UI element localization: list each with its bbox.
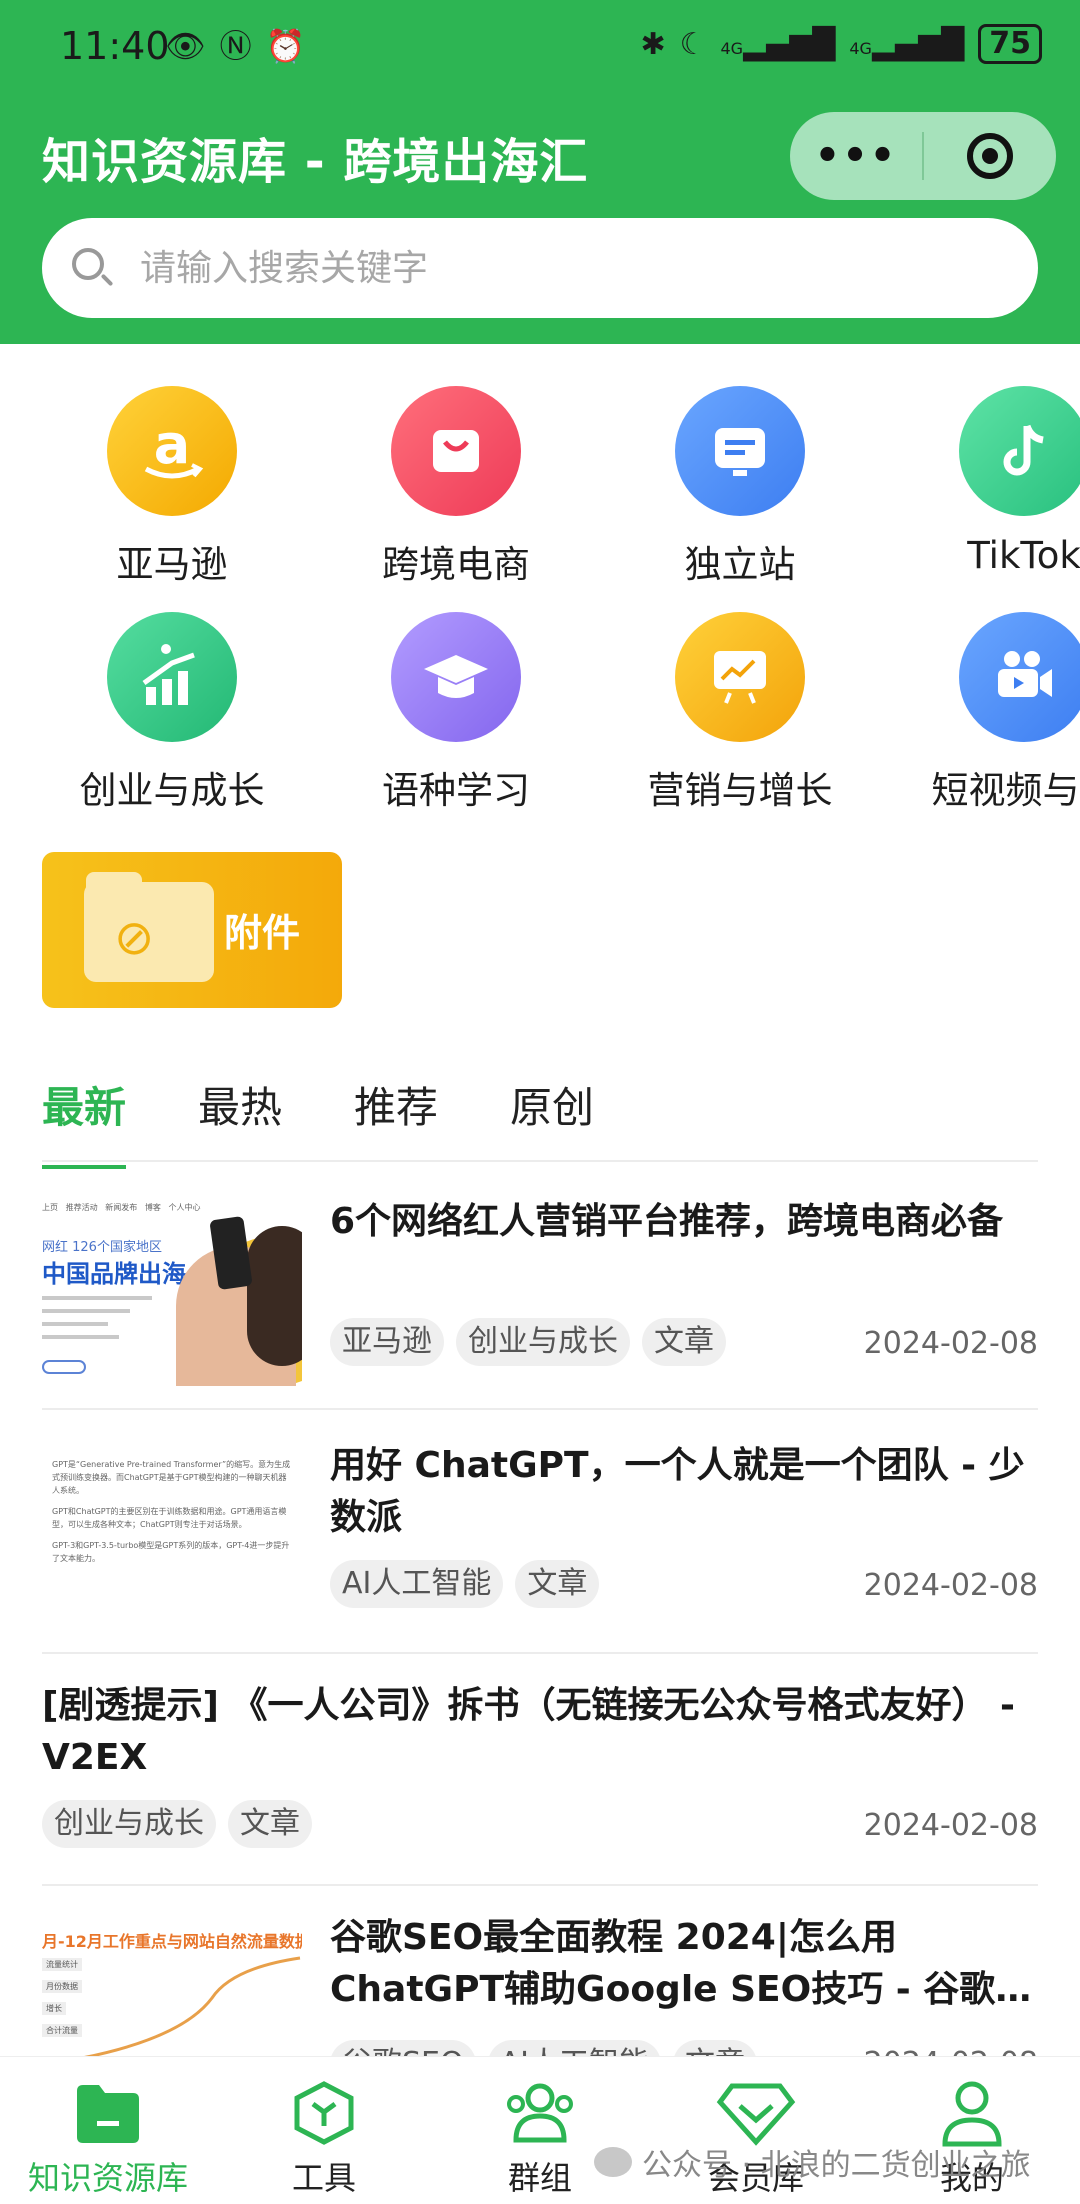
category-startup[interactable]: 创业与成长 — [52, 612, 292, 814]
category-short-video[interactable]: 短视频与直 — [904, 612, 1080, 814]
category-language[interactable]: 语种学习 — [336, 612, 576, 814]
article-tags: 亚马逊 创业与成长 文章 — [330, 1318, 726, 1366]
video-camera-icon — [959, 612, 1080, 742]
category-label: 营销与增长 — [647, 769, 833, 812]
tag[interactable]: 创业与成长 — [42, 1800, 216, 1848]
cube-icon — [216, 2077, 432, 2149]
more-menu-button[interactable]: ••• — [790, 133, 922, 179]
tab-recommended[interactable]: 推荐 — [354, 1074, 438, 1169]
article-date: 2024-02-08 — [863, 1326, 1038, 1361]
divider — [42, 1884, 1038, 1886]
article-item[interactable]: 上页 推荐活动 新闻发布 博客 个人中心 网红 126个国家地区 中国品牌出海 … — [42, 1192, 1038, 1388]
article-date: 2024-02-08 — [863, 1808, 1038, 1843]
search-icon — [70, 246, 114, 290]
search-bar[interactable] — [42, 218, 1038, 318]
graduation-cap-icon — [391, 612, 521, 742]
tag[interactable]: 文章 — [642, 1318, 726, 1366]
nav-knowledge-base[interactable]: 知识资源库 — [0, 2077, 216, 2199]
monitor-icon — [675, 386, 805, 516]
status-time: 11:40 — [60, 24, 170, 68]
tab-latest[interactable]: 最新 — [42, 1074, 127, 1169]
growth-chart-icon — [107, 612, 237, 742]
divider — [42, 1652, 1038, 1654]
article-tags: 创业与成长 文章 — [42, 1800, 312, 1848]
category-independent-site[interactable]: 独立站 — [620, 386, 860, 588]
category-label: 独立站 — [684, 543, 796, 586]
watermark-text: 公众号 · 北浪的二货创业之旅 — [642, 2148, 1031, 2183]
article-thumbnail: 上页 推荐活动 新闻发布 博客 个人中心 网红 126个国家地区 中国品牌出海 — [42, 1196, 302, 1386]
shopping-bag-icon — [391, 386, 521, 516]
page-title: 知识资源库 - 跨境出海汇 — [42, 134, 589, 190]
category-label: 亚马逊 — [116, 543, 228, 586]
category-cross-border[interactable]: 跨境电商 — [336, 386, 576, 588]
category-label: 短视频与直 — [931, 769, 1080, 812]
tag[interactable]: 创业与成长 — [456, 1318, 630, 1366]
category-amazon[interactable]: a 亚马逊 — [52, 386, 292, 588]
close-miniapp-button[interactable] — [924, 133, 1056, 179]
amazon-icon: a — [107, 386, 237, 516]
diamond-icon — [648, 2077, 864, 2149]
tab-hot[interactable]: 最热 — [198, 1074, 282, 1169]
miniapp-capsule: ••• — [790, 112, 1056, 200]
article-item[interactable]: [剧透提示] 《一人公司》拆书（无链接无公众号格式友好） - V2EX 创业与成… — [42, 1676, 1038, 1866]
watermark: 公众号 · 北浪的二货创业之旅 — [594, 2140, 1031, 2184]
divider — [42, 1408, 1038, 1410]
battery-icon: 75 — [978, 24, 1042, 64]
paperclip-icon: ⊘ — [114, 910, 155, 966]
category-tiktok[interactable]: TikTok — [904, 386, 1080, 577]
signal-icon-2: 4G▂▄▆█ — [849, 26, 965, 62]
svg-text:a: a — [154, 413, 190, 476]
presentation-icon — [675, 612, 805, 742]
alarm-icon: ⏰ — [265, 27, 306, 65]
tag[interactable]: 文章 — [515, 1560, 600, 1608]
nfc-icon: Ⓝ — [219, 27, 252, 65]
article-thumbnail: GPT是“Generative Pre-trained Transformer”… — [42, 1446, 302, 1636]
article-title: 谷歌SEO最全面教程 2024|怎么用ChatGPT辅助Google SEO技巧… — [330, 1917, 1032, 2010]
category-marketing[interactable]: 营销与增长 — [620, 612, 860, 814]
header-bar: 11:40 👁 Ⓝ ⏰ ✱ ☾ 4G▂▄▆█ 4G▂▄▆█ 75 知识资源库 -… — [0, 0, 1080, 344]
article-title: [剧透提示] 《一人公司》拆书（无链接无公众号格式友好） - V2EX — [42, 1685, 1015, 1778]
wechat-icon — [594, 2147, 632, 2177]
category-label: TikTok — [967, 534, 1080, 577]
search-input[interactable] — [140, 247, 1000, 289]
nav-label: 工具 — [291, 2159, 356, 2197]
article-item[interactable]: GPT是“Generative Pre-trained Transformer”… — [42, 1436, 1038, 1636]
bluetooth-icon: ✱ — [640, 26, 666, 62]
tag[interactable]: AI人工智能 — [330, 1560, 504, 1608]
person-icon — [864, 2077, 1080, 2149]
article-tags: AI人工智能 文章 — [330, 1560, 600, 1608]
status-left-icons: 👁 Ⓝ ⏰ — [165, 26, 305, 66]
eye-icon: 👁 — [165, 27, 206, 65]
target-icon — [967, 133, 1013, 179]
category-label: 语种学习 — [382, 769, 530, 812]
article-title: 用好 ChatGPT，一个人就是一个团队 - 少数派 — [330, 1445, 1025, 1538]
signal-icon-1: 4G▂▄▆█ — [720, 26, 836, 62]
status-right-icons: ✱ ☾ 4G▂▄▆█ 4G▂▄▆█ 75 — [640, 24, 1042, 64]
article-date: 2024-02-08 — [863, 1568, 1038, 1603]
article-title: 6个网络红人营销平台推荐，跨境电商必备 — [330, 1201, 1004, 1242]
status-bar: 11:40 👁 Ⓝ ⏰ ✱ ☾ 4G▂▄▆█ 4G▂▄▆█ 75 — [0, 0, 1080, 90]
nav-label: 知识资源库 — [27, 2159, 188, 2197]
nav-tools[interactable]: 工具 — [216, 2077, 432, 2199]
attachment-banner[interactable]: ⊘ 附件 — [42, 852, 342, 1008]
tab-original[interactable]: 原创 — [510, 1074, 594, 1169]
category-label: 跨境电商 — [382, 543, 530, 586]
attachment-label: 附件 — [224, 911, 301, 955]
tag[interactable]: 文章 — [228, 1800, 312, 1848]
group-icon — [432, 2077, 648, 2149]
tabs-divider — [42, 1160, 1038, 1162]
moon-icon: ☾ — [679, 26, 707, 62]
folder-icon — [0, 2077, 216, 2149]
category-label: 创业与成长 — [79, 769, 265, 812]
article-tabs: 最新 最热 推荐 原创 — [42, 1074, 594, 1169]
tiktok-icon — [959, 386, 1080, 516]
tag[interactable]: 亚马逊 — [330, 1318, 444, 1366]
